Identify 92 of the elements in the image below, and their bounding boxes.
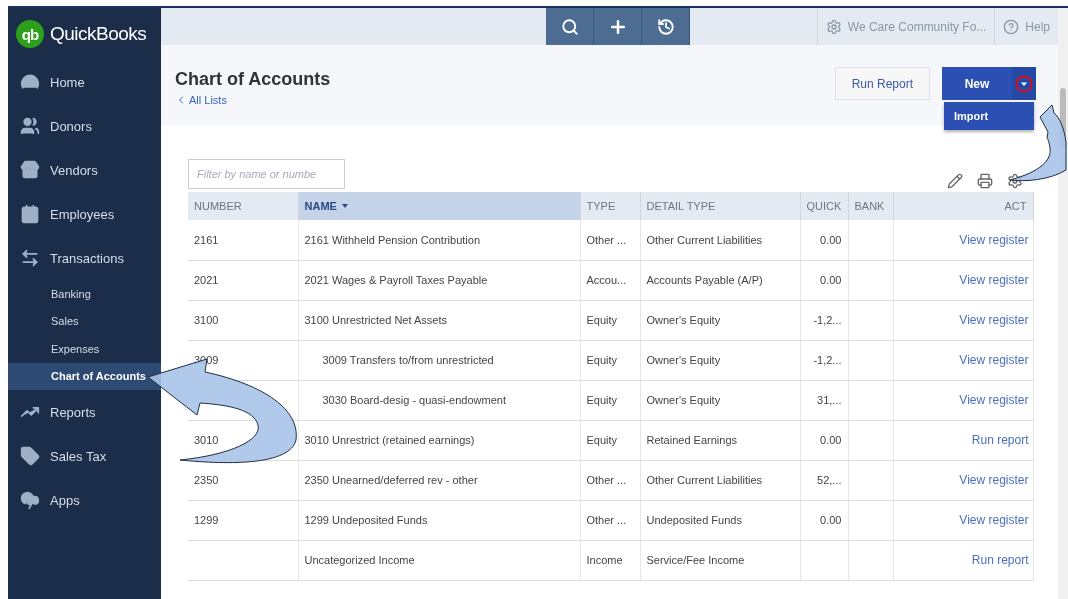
table-cell: Accou...	[580, 260, 640, 300]
column-header[interactable]: TYPE	[580, 192, 640, 220]
table-cell: 0.00	[800, 220, 848, 260]
table-cell: Service/Fee Income	[640, 540, 800, 580]
action-link[interactable]: View register	[959, 473, 1033, 487]
nav-icon	[20, 116, 40, 136]
table-cell: Accounts Payable (A/P)	[640, 260, 800, 300]
search-button[interactable]	[546, 8, 594, 45]
table-cell: 2021	[188, 260, 298, 300]
sidebar-item[interactable]: Sales	[8, 307, 161, 335]
table-cell: Other Current Liabilities	[640, 220, 800, 260]
table-cell: 2161	[188, 220, 298, 260]
table-cell: Income	[580, 540, 640, 580]
add-button[interactable]	[594, 8, 642, 45]
table-cell: 0.00	[800, 500, 848, 540]
menu-item[interactable]: Import	[944, 102, 1034, 130]
back-link[interactable]: All Lists	[189, 94, 227, 106]
sidebar-item[interactable]: Home	[8, 60, 161, 104]
action-link[interactable]: View register	[959, 513, 1033, 527]
settings-icon[interactable]	[1007, 173, 1023, 189]
table-cell: Other ...	[580, 460, 640, 500]
action-link[interactable]: Run report	[971, 433, 1033, 447]
table-cell: Undeposited Funds	[640, 500, 800, 540]
sidebar-item[interactable]: Transactions	[8, 236, 161, 280]
table-cell: 1299 Undeposited Funds	[298, 500, 580, 540]
sidebar-item[interactable]: Vendors	[8, 148, 161, 192]
filter-field[interactable]: Filter by name or numbe	[188, 159, 345, 189]
column-header[interactable]: BANK	[848, 192, 893, 220]
sidebar-item[interactable]: Reports	[8, 390, 161, 434]
table-cell: 2021 Wages & Payroll Taxes Payable	[298, 260, 580, 300]
nav-icon	[20, 248, 40, 268]
table-cell: Other Current Liabilities	[640, 460, 800, 500]
action-link[interactable]: View register	[959, 313, 1033, 327]
action-link[interactable]: View register	[959, 353, 1033, 367]
table-cell: 2161 Withheld Pension Contribution	[298, 220, 580, 260]
sort-icon	[339, 202, 350, 210]
column-header[interactable]: DETAIL TYPE	[640, 192, 800, 220]
column-header[interactable]: QUICK	[800, 192, 848, 220]
table-cell: Equity	[580, 420, 640, 460]
table-cell: 3010 Unrestrict (retained earnings)	[298, 420, 580, 460]
column-header[interactable]: ACT	[893, 192, 1033, 220]
history-button[interactable]	[642, 8, 690, 45]
table-cell: Other ...	[580, 220, 640, 260]
table-cell: 3030 Board-desig - quasi-endowment	[298, 380, 580, 420]
nav-icon	[20, 490, 40, 510]
table-cell: Owner's Equity	[640, 380, 800, 420]
action-link[interactable]: Run report	[971, 553, 1033, 567]
nav-icon	[20, 160, 40, 180]
sidebar-item[interactable]: Apps	[8, 478, 161, 522]
table-cell: 0.00	[800, 260, 848, 300]
column-header[interactable]: NUMBER	[188, 192, 298, 220]
settings-icon	[825, 18, 842, 35]
sidebar-item[interactable]: Sales Tax	[8, 434, 161, 478]
sidebar-item[interactable]: Expenses	[8, 335, 161, 363]
table-cell: Other ...	[580, 500, 640, 540]
run-report-button[interactable]: Run Report	[834, 67, 930, 100]
sidebar-item[interactable]: Donors	[8, 104, 161, 148]
column-header[interactable]: NAME	[298, 192, 580, 220]
table-cell: 52,...	[800, 460, 848, 500]
action-link[interactable]: View register	[959, 273, 1033, 287]
table-cell: 3100 Unrestricted Net Assets	[298, 300, 580, 340]
app-name: QuickBooks	[50, 23, 147, 45]
nav-icon	[20, 72, 40, 92]
sidebar-item[interactable]: Banking	[8, 280, 161, 308]
table-cell: 3100	[188, 300, 298, 340]
table-cell: -1,2...	[800, 340, 848, 380]
clock-icon	[656, 17, 675, 36]
table-cell: Owner's Equity	[640, 340, 800, 380]
nav-icon	[20, 204, 40, 224]
search-icon	[560, 17, 579, 36]
table-cell: 3009 Transfers to/from unrestricted	[298, 340, 580, 380]
table-cell: 2350 Unearned/deferred rev - other	[298, 460, 580, 500]
table-cell: Retained Earnings	[640, 420, 800, 460]
edit-icon[interactable]	[947, 173, 963, 189]
print-icon[interactable]	[977, 173, 993, 189]
action-link[interactable]: View register	[959, 393, 1033, 407]
page-title: Chart of Accounts	[175, 69, 331, 90]
table-cell: -1,2...	[800, 300, 848, 340]
table-cell: Equity	[580, 380, 640, 420]
table-cell: 31,...	[800, 380, 848, 420]
table-cell: 1299	[188, 500, 298, 540]
nav-icon	[20, 446, 40, 466]
table-cell: Uncategorized Income	[298, 540, 580, 580]
sidebar-item[interactable]: Employees	[8, 192, 161, 236]
table-cell: Owner's Equity	[640, 300, 800, 340]
table-cell: Equity	[580, 340, 640, 380]
help-icon	[1003, 18, 1020, 35]
action-link[interactable]: View register	[959, 232, 1033, 247]
sidebar-item[interactable]: Chart of Accounts	[8, 362, 161, 390]
table-cell: 0.00	[800, 420, 848, 460]
logo-icon: qb	[16, 20, 44, 48]
table-cell: Equity	[580, 300, 640, 340]
